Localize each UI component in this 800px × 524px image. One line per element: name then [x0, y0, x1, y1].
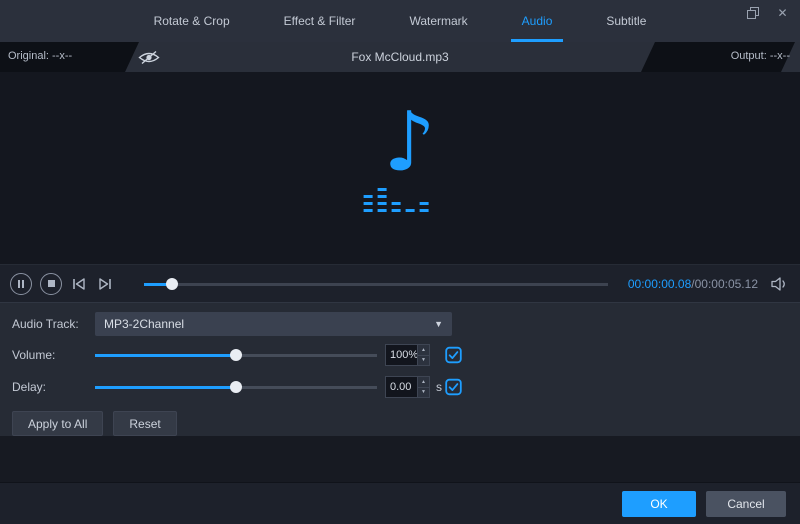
- preview-area: ♪: [0, 72, 800, 264]
- stop-button[interactable]: [40, 272, 62, 295]
- volume-label: Volume:: [12, 348, 56, 362]
- tab-watermark[interactable]: Watermark: [382, 0, 494, 42]
- tab-effect-filter[interactable]: Effect & Filter: [257, 0, 383, 42]
- audio-track-value: MP3-2Channel: [104, 317, 185, 331]
- window-controls: ✕: [745, 5, 790, 20]
- cancel-button[interactable]: Cancel: [706, 490, 786, 517]
- delay-input[interactable]: [386, 377, 417, 397]
- volume-apply-track-button[interactable]: [445, 346, 462, 364]
- volume-button[interactable]: [770, 276, 790, 292]
- delay-spin-down[interactable]: ▼: [418, 387, 429, 397]
- audio-settings-panel: Audio Track: MP3-2Channel ▼ Volume: ▲ ▼: [0, 302, 800, 436]
- delay-slider-thumb[interactable]: [230, 381, 242, 393]
- previous-frame-button[interactable]: [70, 275, 88, 293]
- restore-icon: [746, 6, 759, 19]
- total-time: 00:00:05.12: [694, 276, 758, 291]
- delay-apply-track-button[interactable]: [445, 378, 462, 396]
- tab-group: Rotate & Crop Effect & Filter Watermark …: [127, 0, 674, 42]
- volume-row: Volume: ▲ ▼: [12, 339, 482, 371]
- volume-slider[interactable]: [95, 348, 377, 362]
- chevron-down-icon: ▼: [434, 319, 443, 329]
- audio-track-row: Audio Track: MP3-2Channel ▼: [12, 309, 482, 339]
- delay-label: Delay:: [12, 380, 47, 394]
- info-bar: Original: --x-- Fox McCloud.mp3 Output: …: [0, 42, 800, 72]
- tab-bar: Rotate & Crop Effect & Filter Watermark …: [0, 0, 800, 42]
- seek-track[interactable]: [144, 282, 608, 286]
- next-frame-button[interactable]: [96, 275, 114, 293]
- seek-slider[interactable]: [144, 277, 608, 291]
- apply-check-icon: [445, 378, 462, 396]
- tab-subtitle[interactable]: Subtitle: [579, 0, 673, 42]
- close-button[interactable]: ✕: [775, 5, 790, 20]
- reset-button[interactable]: Reset: [113, 411, 177, 436]
- audio-editor-window: Rotate & Crop Effect & Filter Watermark …: [0, 0, 800, 524]
- filename-title: Fox McCloud.mp3: [351, 50, 449, 64]
- delay-spin-up[interactable]: ▲: [418, 377, 429, 388]
- stop-icon: [47, 280, 55, 287]
- volume-spinner: ▲ ▼: [417, 345, 429, 365]
- volume-spin-up[interactable]: ▲: [418, 345, 429, 356]
- pause-icon: [18, 279, 20, 288]
- volume-spin-down[interactable]: ▼: [418, 355, 429, 365]
- pause-button[interactable]: [10, 272, 32, 295]
- player-controls-bar: 00:00:00.08/00:00:05.12: [0, 264, 800, 302]
- tab-audio[interactable]: Audio: [495, 0, 580, 42]
- equalizer-icon: [363, 184, 429, 212]
- delay-row: Delay: ▲ ▼ s: [12, 371, 482, 403]
- delay-unit-label: s: [436, 380, 442, 394]
- output-resolution-label: Output: --x--: [730, 50, 790, 62]
- volume-input[interactable]: [386, 345, 417, 365]
- speaker-icon: [771, 276, 785, 291]
- apply-check-icon: [445, 346, 462, 364]
- restore-button[interactable]: [745, 5, 760, 20]
- tab-rotate-crop[interactable]: Rotate & Crop: [127, 0, 257, 42]
- delay-slider[interactable]: [95, 380, 377, 394]
- delay-spinner: ▲ ▼: [417, 377, 429, 397]
- apply-to-all-button[interactable]: Apply to All: [12, 411, 104, 436]
- volume-slider-thumb[interactable]: [230, 349, 242, 361]
- audio-track-label: Audio Track:: [12, 317, 79, 331]
- lower-spacer: [0, 436, 800, 482]
- seek-thumb[interactable]: [165, 277, 178, 290]
- delay-value-box: ▲ ▼: [385, 376, 430, 398]
- ok-button[interactable]: OK: [622, 490, 696, 517]
- current-time: 00:00:00.08: [627, 276, 692, 291]
- volume-value-box: ▲ ▼: [385, 344, 430, 366]
- footer-bar: OK Cancel: [0, 482, 800, 524]
- time-display: 00:00:00.08/00:00:05.12: [627, 276, 758, 291]
- settings-buttons-row: Apply to All Reset: [12, 411, 800, 436]
- music-note-icon: ♪: [383, 95, 436, 190]
- next-frame-icon: [99, 277, 111, 290]
- audio-track-select[interactable]: MP3-2Channel ▼: [95, 312, 452, 336]
- previous-frame-icon: [73, 277, 85, 290]
